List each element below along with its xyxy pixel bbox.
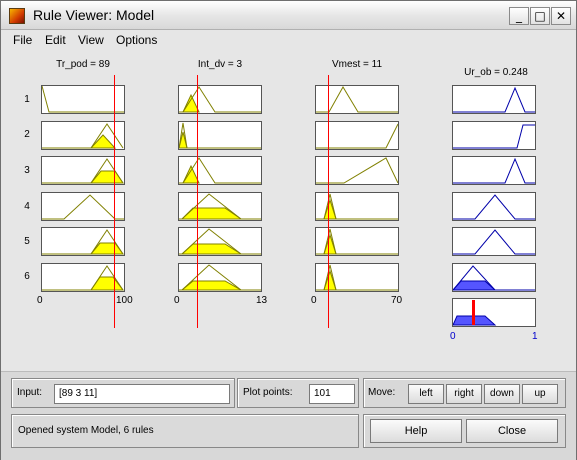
- input-3-index-line[interactable]: [328, 75, 329, 328]
- minimize-button[interactable]: _: [509, 7, 529, 25]
- input-1-range-max: 100: [116, 295, 133, 306]
- output-range-min: 0: [450, 331, 456, 342]
- rule-viewer-window: Rule Viewer: Model _ □ ✕ File Edit View …: [0, 0, 577, 460]
- mf-plot-rule3-output[interactable]: [452, 156, 536, 185]
- move-left-button[interactable]: left: [408, 384, 444, 404]
- mf-plot-rule6-trpod[interactable]: [41, 263, 125, 292]
- menu-bar: File Edit View Options: [1, 30, 576, 50]
- control-panel: Input: [89 3 11] Plot points: 101 Move: …: [1, 371, 576, 460]
- status-text: Opened system Model, 6 rules: [18, 425, 154, 436]
- rule-number: 3: [24, 165, 30, 176]
- input-1-index-line[interactable]: [114, 75, 115, 328]
- move-right-button[interactable]: right: [446, 384, 482, 404]
- mf-plot-rule3-trpod[interactable]: [41, 156, 125, 185]
- menu-view[interactable]: View: [78, 33, 104, 47]
- plot-points-label: Plot points:: [243, 387, 293, 398]
- rule-plot-area: Tr_pod = 89 Int_dv = 3 Vmest = 11 Ur_ob …: [1, 51, 576, 371]
- menu-options[interactable]: Options: [116, 33, 157, 47]
- input-2-index-line[interactable]: [197, 75, 198, 328]
- input-2-title: Int_dv = 3: [197, 59, 243, 70]
- rule-number: 4: [24, 201, 30, 212]
- help-button[interactable]: Help: [370, 419, 462, 443]
- close-button[interactable]: Close: [466, 419, 558, 443]
- mf-plot-rule4-output[interactable]: [452, 192, 536, 221]
- input-3-range-max: 70: [391, 295, 403, 306]
- output-range-max: 1: [532, 331, 538, 342]
- output-title: Ur_ob = 0.248: [464, 67, 528, 78]
- rule-number: 5: [24, 236, 30, 247]
- matlab-app-icon: [9, 8, 25, 24]
- mf-plot-rule1-intdv[interactable]: [178, 85, 262, 114]
- mf-plot-rule2-intdv[interactable]: [178, 121, 262, 150]
- close-window-button[interactable]: ✕: [551, 7, 571, 25]
- move-frame: Move: left right down up: [363, 378, 566, 408]
- rule-number: 6: [24, 271, 30, 282]
- mf-plot-rule3-intdv[interactable]: [178, 156, 262, 185]
- action-frame: Help Close: [363, 414, 566, 448]
- mf-plot-rule2-output[interactable]: [452, 121, 536, 150]
- rule-number: 2: [24, 129, 30, 140]
- input-label: Input:: [17, 387, 43, 398]
- mf-plot-rule4-trpod[interactable]: [41, 192, 125, 221]
- rule-number: 1: [24, 94, 30, 105]
- input-1-range-min: 0: [37, 295, 43, 306]
- plot-points-frame: Plot points: 101: [237, 378, 359, 408]
- window-title: Rule Viewer: Model: [33, 7, 155, 23]
- mf-plot-rule1-output[interactable]: [452, 85, 536, 114]
- mf-plot-aggregate-output[interactable]: [452, 298, 536, 327]
- mf-plot-rule6-output[interactable]: [451, 263, 536, 292]
- plot-points-field[interactable]: 101: [309, 384, 355, 404]
- menu-file[interactable]: File: [13, 33, 32, 47]
- move-label: Move:: [368, 387, 396, 398]
- mf-plot-rule1-trpod[interactable]: [41, 85, 125, 114]
- menu-edit[interactable]: Edit: [45, 33, 66, 47]
- input-1-title: Tr_pod = 89: [56, 59, 110, 70]
- move-down-button[interactable]: down: [484, 384, 520, 404]
- mf-plot-rule5-output[interactable]: [452, 227, 536, 256]
- input-2-range-max: 13: [256, 295, 268, 306]
- maximize-button[interactable]: □: [530, 7, 550, 25]
- title-bar[interactable]: Rule Viewer: Model _ □ ✕: [1, 1, 576, 30]
- input-3-range-min: 0: [311, 295, 317, 306]
- mf-plot-rule6-intdv[interactable]: [178, 263, 262, 292]
- mf-plot-rule5-trpod[interactable]: [41, 227, 125, 256]
- mf-plot-rule5-intdv[interactable]: [178, 227, 262, 256]
- status-frame: Opened system Model, 6 rules: [11, 414, 359, 448]
- mf-plot-rule4-intdv[interactable]: [178, 192, 262, 221]
- move-up-button[interactable]: up: [522, 384, 558, 404]
- input-2-range-min: 0: [174, 295, 180, 306]
- input-vector-field[interactable]: [89 3 11]: [54, 384, 230, 404]
- input-frame: Input: [89 3 11]: [11, 378, 235, 408]
- mf-plot-rule2-trpod[interactable]: [41, 121, 125, 150]
- input-3-title: Vmest = 11: [331, 59, 383, 70]
